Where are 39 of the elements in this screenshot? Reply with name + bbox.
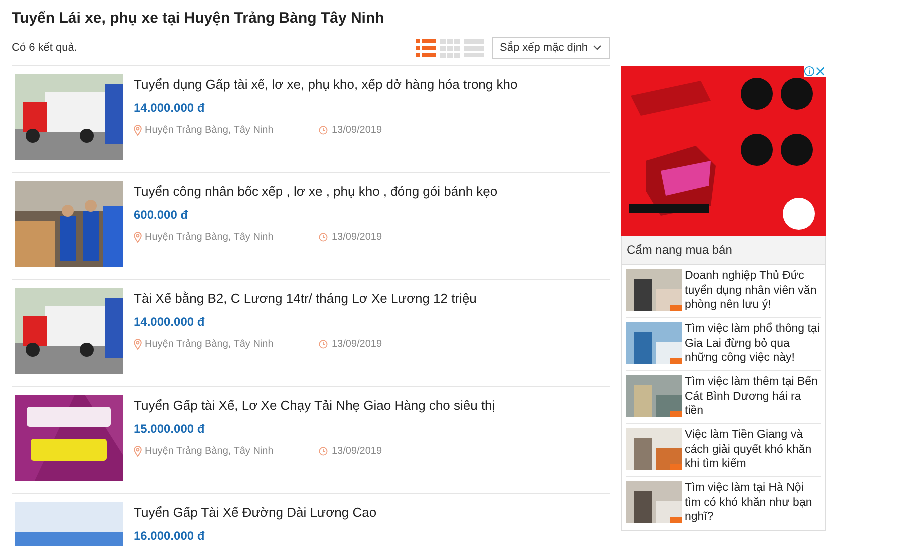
location-pin-icon — [134, 124, 142, 136]
listing-title[interactable]: Tuyển công nhân bốc xếp , lơ xe , phụ kho , đóng gói bánh kẹo — [134, 182, 498, 202]
listing-title[interactable]: Tài Xế bằng B2, C Lương 14tr/ tháng Lơ Xe Lương 12 triệu — [134, 289, 477, 308]
listing-title[interactable]: Tuyển Gấp tài Xế, Lơ Xe Chạy Tải Nhẹ Giao Hàng cho siêu thị — [134, 396, 496, 416]
listing-date: 13/09/2019 — [332, 338, 382, 352]
close-icon[interactable] — [815, 66, 826, 77]
article-link[interactable]: Việc làm Tiền Giang và cách giải quyết khó khăn khi tìm kiếm — [685, 428, 821, 472]
article-link[interactable]: Tìm việc làm thêm tại Bến Cát Bình Dương hái ra tiền — [685, 375, 821, 419]
listing-date: 13/09/2019 — [332, 444, 382, 458]
listing-location: Huyện Trảng Bàng, Tây Ninh — [145, 338, 274, 352]
chevron-down-icon — [593, 45, 602, 51]
listing-price: 600.000 đ — [134, 206, 190, 224]
listing-title[interactable]: Tuyển Gấp Tài Xế Đường Dài Lương Cao — [134, 503, 377, 522]
info-icon[interactable] — [804, 66, 815, 77]
listing-date: 13/09/2019 — [332, 124, 382, 138]
article-link[interactable]: Doanh nghiệp Thủ Đức tuyển dụng nhân viên văn phòng nên lưu ý! — [685, 269, 821, 313]
listing-price: 15.000.000 đ — [134, 420, 206, 438]
clock-icon — [319, 340, 328, 348]
result-count: Có 6 kết quả. — [12, 40, 78, 56]
page-heading: Tuyển Lái xe, phụ xe tại Huyện Trảng Bàng Tây Ninh — [12, 9, 386, 29]
listing-location: Huyện Trảng Bàng, Tây Ninh — [145, 444, 274, 458]
listing-date: 13/09/2019 — [332, 230, 382, 244]
article-link[interactable]: Tìm việc làm tại Hà Nội tìm có khó khăn như bạn nghĩ? — [685, 481, 821, 526]
list-view-icon[interactable] — [416, 38, 436, 58]
location-pin-icon — [134, 446, 142, 456]
listing-location: Huyện Trảng Bàng, Tây Ninh — [145, 230, 274, 244]
panel-title: Cẩm nang mua bán — [622, 236, 825, 265]
sort-dropdown[interactable]: Sắp xếp mặc định — [492, 37, 610, 59]
listing-price: 14.000.000 đ — [134, 100, 206, 116]
clock-icon — [319, 126, 328, 134]
clock-icon — [319, 232, 328, 242]
listing-location: Huyện Trảng Bàng, Tây Ninh — [145, 124, 274, 138]
listing-price: 16.000.000 đ — [134, 528, 206, 544]
listing-title[interactable]: Tuyển dụng Gấp tài xế, lơ xe, phụ kho, xếp dở hàng hóa trong kho — [134, 75, 518, 94]
article-link[interactable]: Tìm việc làm phổ thông tại Gia Lai đừng bỏ qua những công việc này! — [685, 322, 821, 366]
listing-price: 14.000.000 đ — [134, 314, 206, 330]
location-pin-icon — [134, 338, 142, 350]
location-pin-icon — [134, 232, 142, 242]
clock-icon — [319, 446, 328, 456]
